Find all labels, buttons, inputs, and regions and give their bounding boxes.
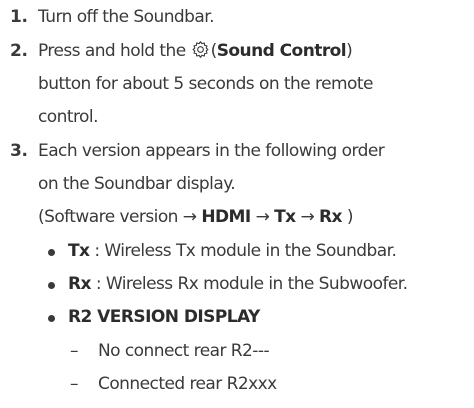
bullet-dot (48, 315, 55, 322)
step-2-line-1: Press and hold the (Sound Control) (38, 41, 353, 61)
subitem-dash: – (70, 374, 79, 394)
gear-icon (192, 41, 209, 58)
sequence-open: (Software version → (38, 207, 197, 227)
subitem-connected: Connected rear R2xxx (98, 374, 277, 394)
step-3-number: 3. (10, 141, 28, 161)
version-sequence: (Software version → HDMI → Tx → Rx ) (38, 206, 353, 228)
sequence-arrow-1: → (255, 207, 270, 227)
step-1-text: Turn off the Soundbar. (38, 7, 215, 27)
bullet-tx: Tx : Wireless Tx module in the Soundbar. (68, 240, 397, 262)
subitem-no-connect: No connect rear R2--- (98, 341, 270, 361)
step-2-line-3: control. (38, 107, 98, 127)
step-2-line-2: button for about 5 seconds on the remote (38, 74, 373, 94)
subitem-dash: – (70, 341, 79, 361)
step-2-pre-text: Press and hold the (38, 41, 186, 61)
bullet-dot (48, 282, 55, 289)
sequence-close: ) (346, 207, 354, 227)
bullet-rx: Rx : Wireless Rx module in the Subwoofer… (68, 273, 408, 295)
bullet-r2-label: R2 VERSION DISPLAY (68, 307, 260, 327)
bullet-dot (48, 249, 55, 256)
bullet-tx-text: : Wireless Tx module in the Soundbar. (94, 241, 397, 261)
bullet-rx-text: : Wireless Rx module in the Subwoofer. (95, 274, 408, 294)
instruction-document: 1. Turn off the Soundbar. 2. Press and h… (0, 0, 474, 408)
sequence-hdmi: HDMI (201, 207, 251, 227)
sequence-arrow-2: → (300, 207, 315, 227)
step-3-line-1: Each version appears in the following or… (38, 141, 385, 161)
sequence-tx: Tx (274, 207, 296, 227)
sequence-rx: Rx (319, 207, 343, 227)
bullet-rx-label: Rx (68, 274, 92, 294)
bullet-tx-label: Tx (68, 241, 90, 261)
step-3-line-2: on the Soundbar display. (38, 174, 236, 194)
bullet-r2-version: R2 VERSION DISPLAY (68, 306, 260, 328)
sound-control-label: Sound Control (216, 41, 347, 61)
step-1-number: 1. (10, 7, 28, 27)
step-2-number: 2. (10, 41, 28, 61)
